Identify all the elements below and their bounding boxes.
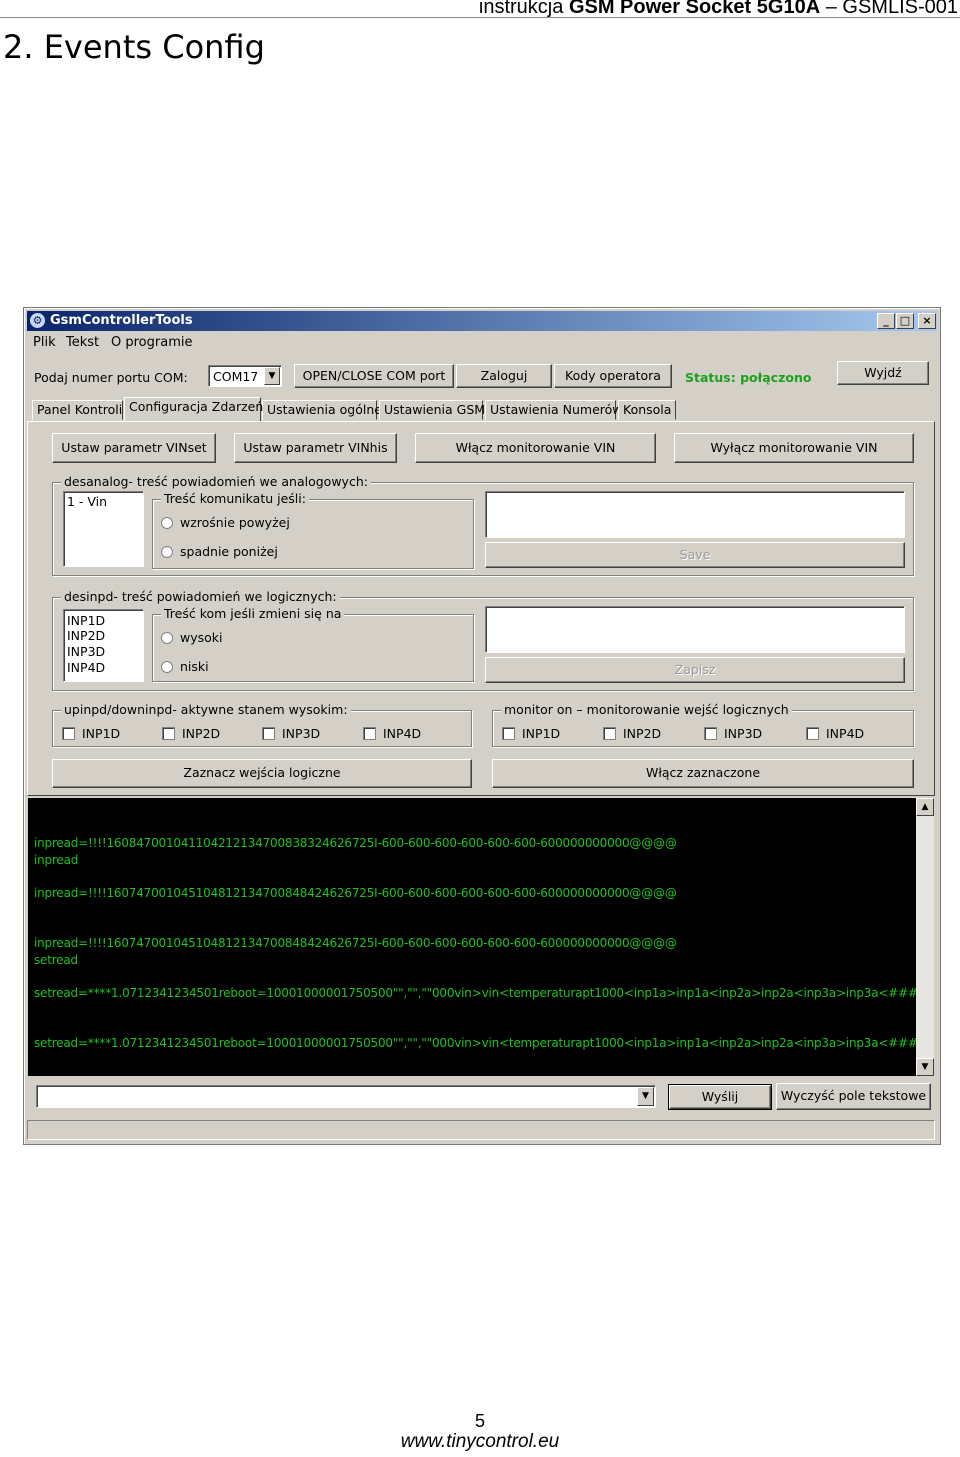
monitor-inp3d-checkbox[interactable]: [704, 727, 717, 740]
upinpd-inp3d-checkbox[interactable]: [262, 727, 275, 740]
app-window: ⚙ GsmControllerTools _ □ × Plik Tekst O …: [23, 307, 941, 1145]
tab-configuracja-zdarzen[interactable]: Configuracja Zdarzeń: [124, 397, 263, 421]
clear-text-button[interactable]: Wyczyść pole tekstowe: [776, 1083, 931, 1110]
tab-ustawienia-ogolne[interactable]: Ustawienia ogólne: [262, 400, 382, 420]
logic-message-textbox[interactable]: [485, 606, 905, 653]
page-number: 5: [474, 1411, 485, 1431]
analog-group-label: desanalog- treść powiadomień we analogow…: [61, 474, 371, 489]
high-radio[interactable]: [161, 632, 173, 644]
title-bar[interactable]: ⚙ GsmControllerTools _ □ ×: [27, 311, 937, 331]
console-line: inpread=!!!!1608470010411042121347008383…: [34, 836, 677, 850]
console-line: setread=****1.0712341234501reboot=100010…: [34, 986, 928, 1000]
fall-below-radio[interactable]: [161, 546, 173, 558]
low-label: niski: [180, 659, 209, 674]
high-label: wysoki: [180, 630, 223, 645]
console-line: setread=****1.0712341234501reboot=100010…: [34, 1036, 928, 1050]
website-url: www.tinycontrol.eu: [400, 1431, 560, 1452]
doc-header-code: – GSMLIS-001: [825, 0, 958, 18]
analog-save-button[interactable]: Save: [485, 542, 905, 568]
analog-message-label: Treść komunikatu jeśli:: [161, 491, 309, 506]
send-button[interactable]: Wyślij: [668, 1084, 772, 1110]
minimize-button[interactable]: _: [877, 313, 895, 329]
close-button[interactable]: ×: [918, 313, 936, 329]
scroll-up-icon[interactable]: ▲: [916, 798, 934, 816]
command-input[interactable]: ▼: [36, 1085, 656, 1108]
monitor-inp2d-label: INP2D: [623, 726, 662, 741]
tab-strip: Panel Kontroli Configuracja Zdarzeń Usta…: [27, 397, 937, 422]
monitor-group-label: monitor on – monitorowanie wejść logiczn…: [501, 702, 792, 717]
logic-input-list[interactable]: INP1D INP2D INP3D INP4D: [63, 609, 144, 682]
list-item[interactable]: INP1D: [67, 613, 105, 628]
login-button[interactable]: Zaloguj: [456, 364, 552, 388]
com-port-value: COM17: [213, 369, 259, 384]
menu-bar: Plik Tekst O programie: [27, 332, 937, 352]
enable-vin-monitoring-button[interactable]: Włącz monitorowanie VIN: [415, 433, 656, 463]
monitor-inp1d-checkbox[interactable]: [502, 727, 515, 740]
tab-panel-kontroli[interactable]: Panel Kontroli: [32, 400, 123, 420]
doc-header-product: GSM Power Socket 5G10A: [568, 0, 821, 18]
rise-above-label: wzrośnie powyżej: [180, 515, 290, 530]
upinpd-inp4d-checkbox[interactable]: [363, 727, 376, 740]
exit-button[interactable]: Wyjdź: [837, 361, 929, 385]
window-title: GsmControllerTools: [50, 313, 193, 328]
menu-plik[interactable]: Plik: [33, 335, 56, 350]
console-line: setread: [34, 953, 78, 967]
monitor-inp1d-label: INP1D: [522, 726, 561, 741]
console-output[interactable]: inpread=!!!!1608470010411042121347008383…: [28, 798, 928, 1076]
logic-message-label: Treść kom jeśli zmieni się na: [161, 606, 345, 621]
console-scrollbar[interactable]: ▲ ▼: [916, 798, 934, 1076]
rise-above-radio[interactable]: [161, 517, 173, 529]
upinpd-inp1d-checkbox[interactable]: [62, 727, 75, 740]
upinpd-inp2d-checkbox[interactable]: [162, 727, 175, 740]
chevron-down-icon[interactable]: ▼: [637, 1087, 654, 1106]
mark-inputs-button[interactable]: Zaznacz wejścia logiczne: [52, 759, 472, 788]
tab-ustawienia-numerow[interactable]: Ustawienia Numerów: [485, 400, 623, 420]
low-radio[interactable]: [161, 661, 173, 673]
console-line: inpread: [34, 853, 79, 867]
upinpd-inp3d-label: INP3D: [282, 726, 321, 741]
status-bar: [27, 1120, 935, 1140]
scroll-down-icon[interactable]: ▼: [916, 1058, 934, 1076]
app-icon: ⚙: [30, 313, 45, 328]
console-line: inpread=!!!!1607470010451048121347008484…: [34, 936, 677, 950]
logic-group-label: desinpd- treść powiadomień we logicznych…: [61, 589, 340, 604]
menu-tekst[interactable]: Tekst: [66, 335, 99, 350]
list-item[interactable]: INP4D: [67, 660, 105, 675]
upinpd-group-label: upinpd/downinpd- aktywne stanem wysokim:: [61, 702, 351, 717]
logic-save-button[interactable]: Zapisz: [485, 657, 905, 683]
analog-input-list[interactable]: 1 - Vin: [63, 491, 144, 567]
fall-below-label: spadnie poniżej: [180, 544, 278, 559]
upinpd-inp1d-label: INP1D: [82, 726, 121, 741]
set-vinhis-button[interactable]: Ustaw parametr VINhis: [234, 433, 397, 463]
menu-o-programie[interactable]: O programie: [111, 335, 192, 350]
upinpd-inp4d-label: INP4D: [383, 726, 422, 741]
connection-status: Status: połączono: [685, 370, 812, 385]
console-line: inpread=!!!!1607470010451048121347008484…: [34, 886, 677, 900]
enable-marked-button[interactable]: Włącz zaznaczone: [492, 759, 914, 788]
tab-konsola[interactable]: Konsola: [618, 400, 676, 420]
tab-ustawienia-gsm[interactable]: Ustawienia GSM: [379, 400, 485, 420]
monitor-inp4d-label: INP4D: [826, 726, 865, 741]
list-item[interactable]: INP3D: [67, 644, 105, 659]
chevron-down-icon[interactable]: ▼: [264, 367, 280, 385]
analog-message-textbox[interactable]: [485, 491, 905, 538]
disable-vin-monitoring-button[interactable]: Wyłącz monitorowanie VIN: [674, 433, 914, 463]
com-port-select[interactable]: COM17 ▼: [208, 365, 282, 387]
list-item[interactable]: 1 - Vin: [67, 494, 107, 509]
set-vinset-button[interactable]: Ustaw parametr VINset: [52, 433, 216, 463]
list-item[interactable]: INP2D: [67, 628, 105, 643]
operator-codes-button[interactable]: Kody operatora: [554, 364, 672, 388]
doc-header-prefix: instrukcja: [478, 0, 564, 18]
monitor-inp3d-label: INP3D: [724, 726, 763, 741]
upinpd-inp2d-label: INP2D: [182, 726, 221, 741]
com-port-label: Podaj numer portu COM:: [34, 370, 188, 385]
maximize-button[interactable]: □: [896, 313, 914, 329]
header-divider: [0, 17, 960, 18]
section-title: 2. Events Config: [3, 28, 265, 66]
open-close-com-button[interactable]: OPEN/CLOSE COM port: [294, 364, 454, 388]
monitor-inp2d-checkbox[interactable]: [603, 727, 616, 740]
monitor-inp4d-checkbox[interactable]: [806, 727, 819, 740]
